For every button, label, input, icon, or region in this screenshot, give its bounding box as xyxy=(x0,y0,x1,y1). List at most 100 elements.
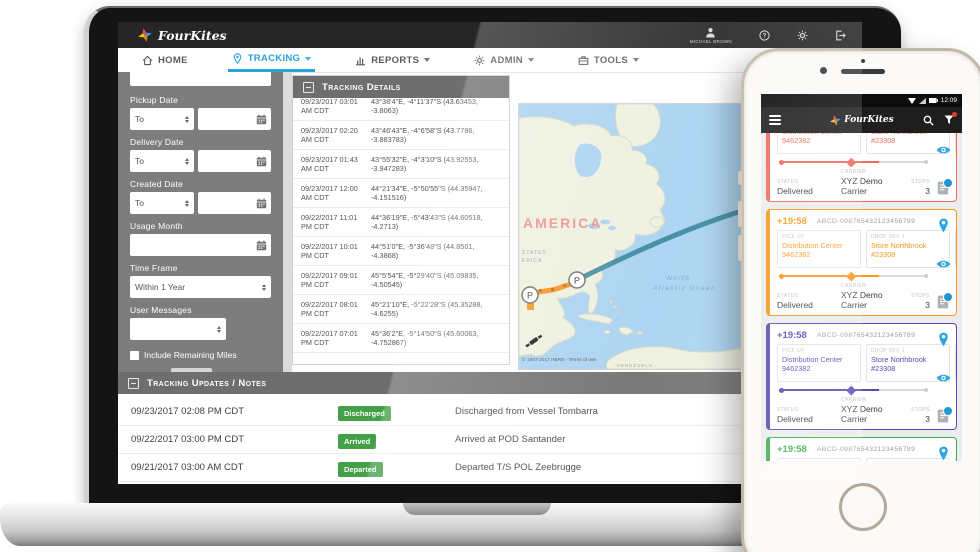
location-pin-icon[interactable] xyxy=(937,218,950,233)
collapse-icon[interactable] xyxy=(128,378,139,389)
port-marker[interactable]: P xyxy=(569,272,585,288)
doc-count-badge xyxy=(943,292,953,302)
tracking-detail-row[interactable]: 09/22/2017 09:01 PM CDT 45°5'54"E, -5°29… xyxy=(293,266,509,295)
stop-marker xyxy=(527,303,534,310)
map-label-ocean: Atlantic Ocean xyxy=(652,285,716,292)
select-arrows-icon xyxy=(262,284,266,291)
load-card[interactable]: +19:58 ABCD-098765432123456789 PICK UP D… xyxy=(766,323,957,430)
fourkites-logo-icon xyxy=(829,115,840,126)
progress-track xyxy=(779,158,928,166)
phone-status-bar: 12:09 xyxy=(761,94,962,107)
date-filter-group: Delivery Date To xyxy=(130,137,271,172)
detail-timestamp: 09/23/2017 02:20 AM CDT xyxy=(301,126,363,144)
user-messages-select[interactable] xyxy=(130,318,226,340)
signal-icon xyxy=(919,98,926,104)
eye-icon[interactable] xyxy=(936,259,951,269)
port-marker[interactable]: P xyxy=(522,287,538,303)
user-menu[interactable]: MICHAEL BROWN xyxy=(690,27,732,44)
tracking-detail-row[interactable]: 09/22/2017 10:01 PM CDT 44°51'0"E, -5°36… xyxy=(293,237,509,266)
app-topbar: FourKites MICHAEL BROWN ? xyxy=(118,22,862,48)
filter-funnel-icon[interactable] xyxy=(944,115,954,125)
stops-value: 3 xyxy=(902,186,930,196)
load-card-list: +19:58 ABCD-098765432123456789 PICK UP D… xyxy=(761,133,962,461)
mute-switch xyxy=(738,171,742,185)
help-icon[interactable]: ? xyxy=(759,30,770,41)
date-operator-select[interactable]: To xyxy=(130,192,194,214)
detail-timestamp: 09/23/2017 12:00 AM CDT xyxy=(301,184,363,202)
tracking-detail-row[interactable]: 09/22/2017 11:01 PM CDT 44°36'19"E, -5°4… xyxy=(293,208,509,237)
map-label-america: AMERICA xyxy=(523,215,602,231)
tracking-detail-row[interactable]: 09/23/2017 12:00 AM CDT 44°21'34"E, -5°5… xyxy=(293,179,509,208)
tracking-details-panel: Tracking Details 09/23/2017 03:01 AM CDT… xyxy=(292,75,510,365)
date-input[interactable] xyxy=(198,108,271,130)
clock-text: 12:09 xyxy=(941,97,957,104)
load-card[interactable]: +19:58 ABCD-098765432123456789 PICK UP D… xyxy=(766,437,957,461)
update-timestamp: 09/21/2017 03:00 AM CDT xyxy=(131,462,338,473)
load-card[interactable]: +19:58 ABCD-098765432123456789 PICK UP D… xyxy=(766,209,957,316)
date-operator-select[interactable]: To xyxy=(130,108,194,130)
detail-coordinates: 45°21'10"E, -5°22'28"S (45.35288, -4.625… xyxy=(371,300,501,318)
laptop-hinge-notch xyxy=(403,503,551,515)
eye-icon[interactable] xyxy=(936,373,951,383)
select-arrows-icon xyxy=(185,116,189,123)
logout-icon[interactable] xyxy=(835,30,846,41)
detail-timestamp: 09/22/2017 11:01 PM CDT xyxy=(301,213,363,231)
brand-name: FourKites xyxy=(158,28,227,43)
route-map[interactable]: P P AMERICA STATES ERICA North Atlantic … xyxy=(518,103,744,370)
clipped-filter-select[interactable] xyxy=(130,72,271,86)
include-miles-checkbox[interactable] xyxy=(130,351,139,360)
update-timestamp: 09/22/2017 03:00 PM CDT xyxy=(131,434,338,445)
phone-screen: 12:09 FourKites xyxy=(761,94,962,461)
location-pin-icon[interactable] xyxy=(937,446,950,461)
chevron-down-icon xyxy=(528,58,534,62)
filter-label: Delivery Date xyxy=(130,137,271,147)
home-button[interactable] xyxy=(839,483,887,531)
vehicle-marker-icon xyxy=(846,157,855,166)
pickup-box: PICK UP Distribution Center 9462382 xyxy=(777,230,861,268)
marketing-composite: FourKites MICHAEL BROWN ? xyxy=(0,0,980,552)
nav-item-tools[interactable]: TOOLS xyxy=(574,48,643,72)
select-arrows-icon xyxy=(217,326,221,333)
filter-label: Created Date xyxy=(130,179,271,189)
nav-item-home[interactable]: HOME xyxy=(138,48,192,72)
documents-icon[interactable] xyxy=(937,181,949,195)
vehicle-marker-icon xyxy=(846,385,855,394)
documents-icon[interactable] xyxy=(937,295,949,309)
status-value: Delivered xyxy=(777,300,841,310)
nav-item-tracking[interactable]: TRACKING xyxy=(228,48,316,72)
carrier-value: XYZ Demo Carrier xyxy=(841,290,902,310)
search-icon[interactable] xyxy=(923,115,934,126)
pickup-box: PICK UP Distribution Center 9462382 xyxy=(777,344,861,382)
tracking-detail-row[interactable]: 09/22/2017 08:01 PM CDT 45°21'10"E, -5°2… xyxy=(293,295,509,324)
front-camera-icon xyxy=(820,67,827,74)
usage-month-group: Usage Month xyxy=(130,221,271,256)
fourkites-brand: FourKites xyxy=(138,22,227,48)
detail-timestamp: 09/23/2017 01:43 AM CDT xyxy=(301,155,363,173)
brand-name: FourKites xyxy=(844,115,893,125)
scrollbar-gutter[interactable] xyxy=(283,72,292,372)
nav-item-reports[interactable]: REPORTS xyxy=(351,48,434,72)
documents-icon[interactable] xyxy=(937,409,949,423)
usage-month-input[interactable] xyxy=(130,234,271,256)
collapse-icon[interactable] xyxy=(303,82,314,93)
nav-item-admin[interactable]: ADMIN xyxy=(470,48,538,72)
location-pin-icon[interactable] xyxy=(937,332,950,347)
user-messages-group: User Messages xyxy=(130,305,271,340)
load-card[interactable]: +19:58 ABCD-098765432123456789 PICK UP D… xyxy=(766,133,957,202)
gear-icon[interactable] xyxy=(797,30,808,41)
home-icon xyxy=(142,55,153,66)
tracking-detail-row[interactable]: 09/23/2017 01:43 AM CDT 43°55'32"E, -4°3… xyxy=(293,150,509,179)
time-frame-select[interactable]: Within 1 Year xyxy=(130,276,271,298)
detail-coordinates: 43°55'32"E, -4°3'10"S (43.92553, -3.9472… xyxy=(371,155,501,173)
tracking-detail-row[interactable]: 09/23/2017 02:20 AM CDT 43°46'43"E, -4°6… xyxy=(293,121,509,150)
tracking-details-header[interactable]: Tracking Details xyxy=(293,76,509,98)
eye-icon[interactable] xyxy=(936,145,951,155)
hamburger-menu-icon[interactable] xyxy=(769,115,781,125)
status-badge: Departed xyxy=(338,462,383,477)
tracking-detail-row[interactable]: 09/22/2017 07:01 PM CDT 45°36'2"E, -5°14… xyxy=(293,324,509,353)
date-input[interactable] xyxy=(198,150,271,172)
detail-timestamp: 09/23/2017 03:01 AM CDT xyxy=(301,97,363,115)
date-input[interactable] xyxy=(198,192,271,214)
date-operator-select[interactable]: To xyxy=(130,150,194,172)
status-badge: Arrived xyxy=(338,434,376,449)
